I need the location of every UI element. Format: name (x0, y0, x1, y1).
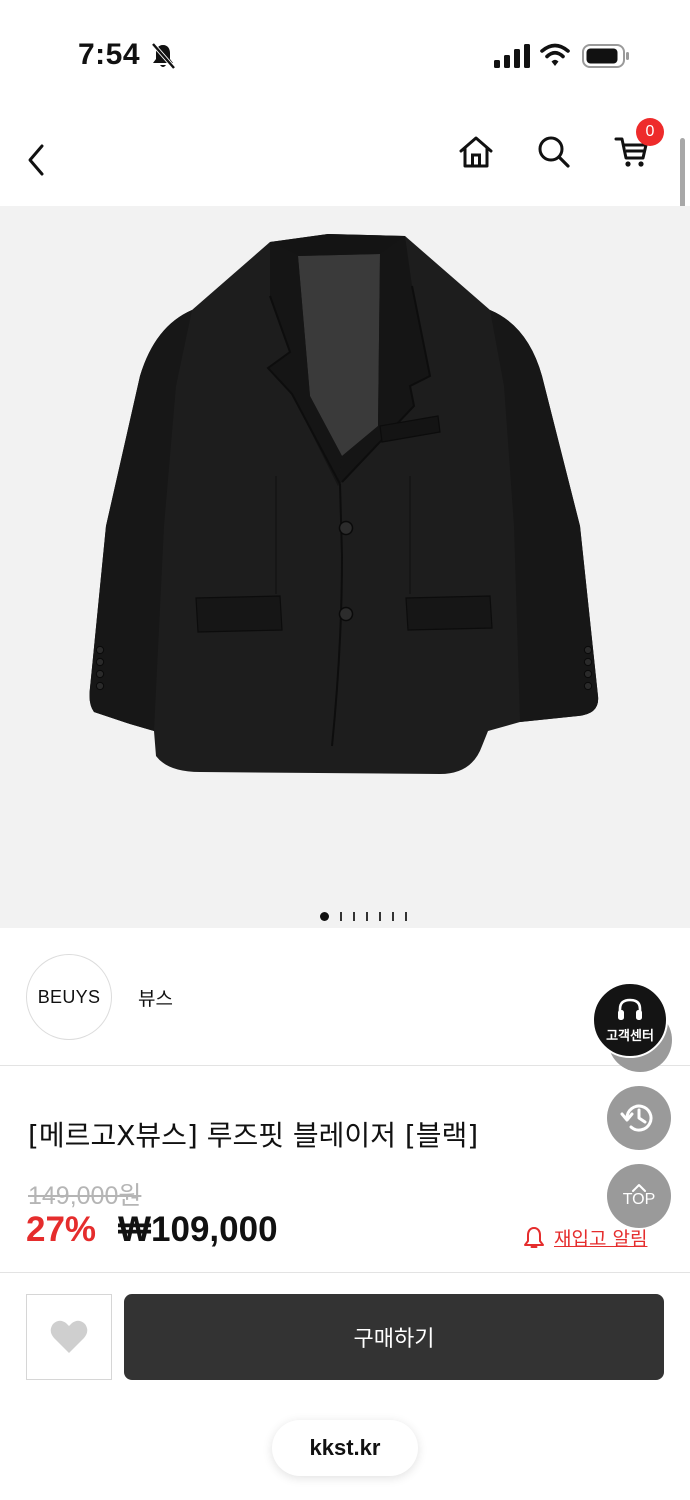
chevron-left-icon (28, 144, 44, 176)
search-button[interactable] (532, 130, 576, 174)
customer-center-label: 고객센터 (606, 1028, 654, 1044)
brand-logo[interactable]: BEUYS (26, 954, 112, 1040)
headset-icon (618, 998, 642, 1020)
domain-text: kkst.kr (309, 1435, 381, 1460)
restock-alert-button[interactable]: 재입고 알림 (522, 1224, 647, 1251)
recently-viewed-button[interactable] (607, 1086, 671, 1150)
gallery-pagination[interactable] (0, 912, 690, 921)
top-nav-bar (0, 100, 690, 206)
back-button[interactable] (18, 140, 54, 180)
scroll-to-top-label: TOP (622, 1191, 656, 1208)
customer-center-button[interactable]: 고객센터 (592, 982, 668, 1058)
bell-slash-icon (151, 42, 176, 70)
buy-button-label: 구매하기 (353, 1327, 435, 1352)
home-button[interactable] (454, 130, 498, 174)
heart-icon (50, 1320, 88, 1353)
browser-domain-pill[interactable]: kkst.kr (272, 1420, 418, 1476)
discount-rate: 27% (26, 1210, 97, 1249)
pagination-dot[interactable] (339, 912, 342, 921)
pagination-dot[interactable] (404, 912, 407, 921)
search-icon (538, 136, 570, 168)
status-time: 7:54 (78, 38, 141, 71)
original-price: 149,000원 (28, 1182, 142, 1210)
pagination-dot[interactable] (391, 912, 394, 921)
home-icon (459, 136, 493, 168)
product-image-gallery[interactable] (0, 206, 690, 928)
scroll-to-top-button[interactable]: TOP (607, 1164, 671, 1228)
pagination-dot-active[interactable] (319, 912, 329, 921)
buy-button[interactable]: 구매하기 (124, 1294, 664, 1380)
wifi-icon (540, 43, 570, 66)
battery-icon (582, 44, 629, 68)
sale-price: ₩109,000 (118, 1210, 278, 1249)
divider (0, 1272, 690, 1273)
brand-name[interactable]: 뷰스 (138, 984, 173, 1011)
status-bar: 7:54 (0, 0, 690, 100)
wishlist-button[interactable] (26, 1294, 112, 1380)
pagination-dot[interactable] (378, 912, 381, 921)
brand-logo-text: BEUYS (37, 986, 101, 1007)
restock-alert-label[interactable]: 재입고 알림 (554, 1224, 647, 1251)
bell-icon (524, 1226, 544, 1248)
pagination-dot[interactable] (365, 912, 368, 921)
pagination-dot[interactable] (352, 912, 355, 921)
product-image[interactable] (80, 226, 610, 786)
cellular-signal-icon (494, 44, 530, 68)
brand-row[interactable]: BEUYS 뷰스 (0, 928, 690, 1066)
history-icon (620, 1104, 653, 1132)
product-title: [메르고X뷰스] 루즈핏 블레이저 [블랙] (28, 1119, 479, 1152)
cart-count-badge: 0 (636, 118, 664, 146)
